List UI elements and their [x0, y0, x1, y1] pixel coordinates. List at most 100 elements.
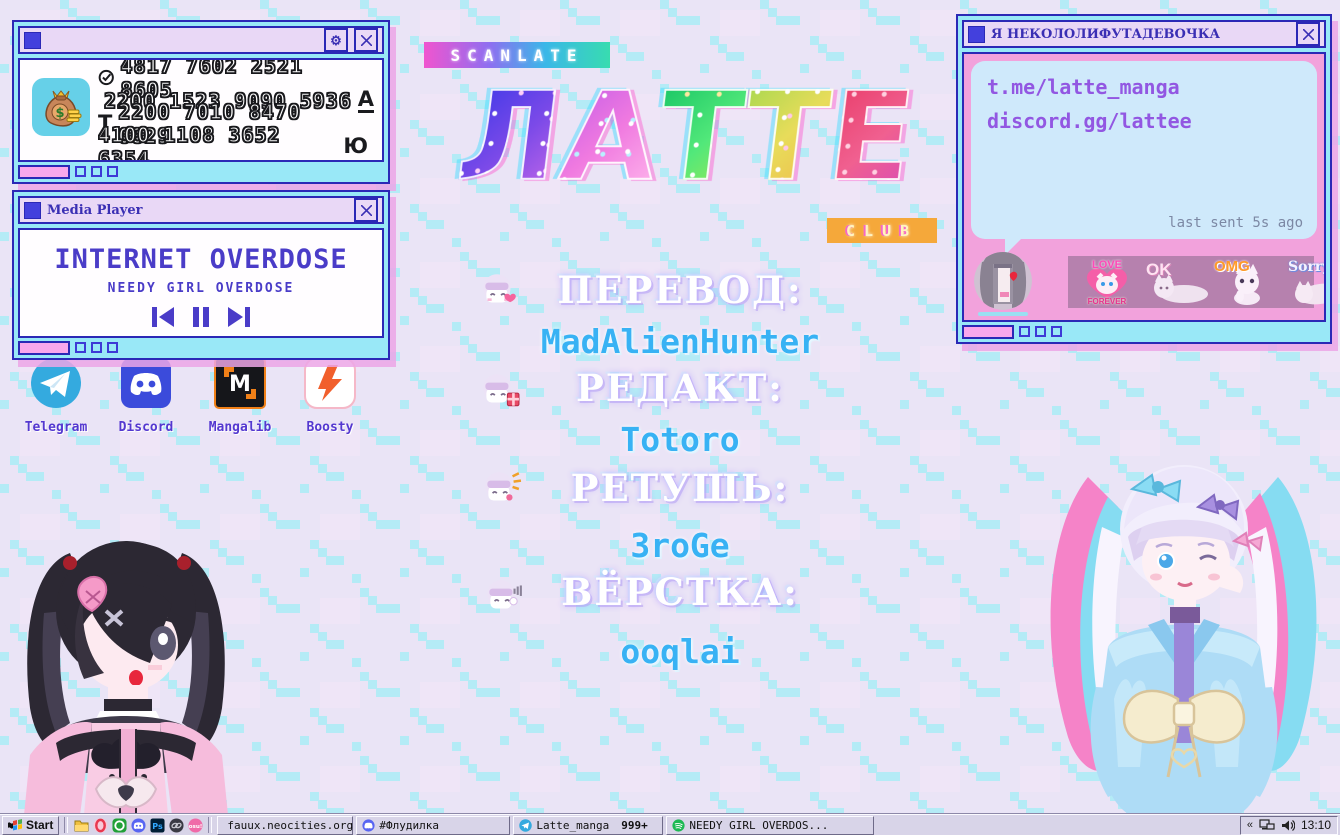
chat-window-title: Я НЕКОЛОЛИФУТАДЕВОЧКА	[991, 27, 1290, 42]
emote-girl-sparks-icon	[480, 468, 522, 510]
close-icon	[361, 205, 372, 216]
credit-name: ooqlai	[430, 632, 930, 671]
window-icon	[24, 32, 41, 49]
task-discord-channel[interactable]: #Флудилка	[356, 816, 510, 835]
desktop: ⚙ $	[0, 0, 1340, 835]
shortcut-discord[interactable]: Discord	[104, 356, 188, 435]
task-fauux[interactable]: fauux.neocities.org	[217, 816, 353, 835]
chat-window-titlebar[interactable]: Я НЕКОЛОЛИФУТАДЕВОЧКА	[962, 20, 1326, 48]
task-telegram-latte[interactable]: Latte_manga 999+	[513, 816, 663, 835]
network-icon[interactable]	[1259, 819, 1275, 832]
svg-text:osu!: osu!	[188, 823, 202, 829]
taskbar-clock[interactable]: 13:10	[1301, 818, 1331, 832]
close-icon	[1303, 29, 1314, 40]
green-app-icon[interactable]	[111, 817, 127, 833]
logo-letter: T	[650, 76, 750, 198]
chat-bubble: t.me/latte_manga discord.gg/lattee last …	[971, 61, 1317, 239]
progress-box	[18, 165, 70, 179]
sticker-strip: LOVE FOREVER OK	[1068, 256, 1314, 308]
emote-girl-heart-icon	[478, 270, 520, 312]
folder-icon[interactable]	[73, 817, 89, 833]
window-icon	[24, 202, 41, 219]
scanlate-banner: SCANLATE	[424, 42, 610, 68]
previous-track-button[interactable]	[150, 306, 176, 328]
card-row: 4817 7602 2521 8605	[98, 66, 336, 89]
ame-chan-character	[0, 493, 252, 815]
media-player-titlebar[interactable]: Media Player	[18, 196, 384, 224]
telegram-icon	[29, 356, 83, 410]
shortcut-mangalib[interactable]: M Mangalib	[198, 356, 282, 435]
discord-icon	[119, 356, 173, 410]
logo-letter: Л	[451, 76, 569, 198]
shortcut-label: Telegram	[14, 420, 98, 435]
settings-button[interactable]: ⚙	[324, 28, 348, 52]
telegram-link[interactable]: t.me/latte_manga	[987, 75, 1301, 99]
tray-expand-icon[interactable]: «	[1247, 819, 1253, 831]
yoomoney-icon: Ю	[343, 136, 368, 157]
alfabank-icon: A	[358, 89, 374, 113]
start-button[interactable]: Start	[2, 816, 59, 835]
shortcut-telegram[interactable]: Telegram	[14, 356, 98, 435]
svg-text:$: $	[55, 106, 64, 121]
photoshop-icon[interactable]: Ps	[149, 817, 165, 833]
sticker-omg[interactable]: OMG	[1212, 258, 1282, 306]
card-window: ⚙ $	[12, 20, 390, 184]
card-number-list: 4817 7602 2521 8605 2200 1523 9090 5936 …	[98, 60, 382, 162]
window-statusbar	[962, 325, 1326, 338]
svg-text:Ps: Ps	[152, 821, 163, 830]
window-statusbar	[18, 165, 384, 178]
media-player-window: Media Player INTERNET OVERDOSE NEEDY GIR…	[12, 190, 390, 360]
task-spotify-needy[interactable]: NEEDY GIRL OVERDOS...	[666, 816, 874, 835]
discord-icon	[362, 819, 375, 832]
boosty-icon	[303, 356, 357, 410]
chat-avatar[interactable]	[974, 252, 1032, 310]
sticker-love-forever[interactable]: LOVE FOREVER	[1072, 258, 1142, 306]
card-number: 4100 1108 3652 6354	[98, 123, 337, 163]
card-row: 4100 1108 3652 6354 Ю	[98, 135, 368, 158]
chat-window: Я НЕКОЛОЛИФУТАДЕВОЧКА t.me/latte_manga d…	[956, 14, 1332, 344]
next-track-button[interactable]	[226, 306, 252, 328]
taskbar: Start Ps osu! fauux.neocities.org	[0, 814, 1340, 835]
card-window-titlebar[interactable]: ⚙	[18, 26, 384, 54]
sticker-ok[interactable]: OK	[1142, 258, 1212, 306]
telegram-icon	[519, 819, 532, 832]
sber-icon	[98, 68, 115, 87]
kangel-character	[1028, 437, 1340, 815]
logo-letter: E	[821, 76, 921, 198]
shortcut-label: Mangalib	[198, 420, 282, 435]
mangalib-icon: M	[213, 356, 267, 410]
volume-icon[interactable]	[1281, 819, 1295, 832]
progress-box	[962, 325, 1014, 339]
unread-badge: 999+	[621, 819, 648, 832]
chain-icon[interactable]	[168, 817, 184, 833]
shortcut-boosty[interactable]: Boosty	[288, 356, 372, 435]
windows-logo-icon	[8, 819, 23, 832]
moneybag-icon: $	[32, 78, 90, 136]
pause-button[interactable]	[192, 306, 210, 328]
avatar-underline	[978, 312, 1028, 316]
sticker-sorry[interactable]: Sorry	[1282, 258, 1326, 306]
club-banner: CLUB	[827, 218, 937, 243]
shortcut-label: Boosty	[288, 420, 372, 435]
close-button[interactable]	[354, 28, 378, 52]
credit-name: 3roGe	[430, 526, 930, 565]
osu-icon[interactable]: osu!	[187, 817, 203, 833]
close-icon	[361, 35, 372, 46]
opera-icon[interactable]	[92, 817, 108, 833]
system-tray: « 13:10	[1240, 816, 1338, 835]
latte-logo: Л A T T E	[426, 58, 945, 216]
svg-text:M: M	[229, 372, 251, 397]
player-controls	[20, 306, 382, 328]
progress-box	[18, 341, 70, 355]
taskbar-divider	[64, 817, 68, 833]
discord-link[interactable]: discord.gg/lattee	[987, 109, 1301, 133]
close-button[interactable]	[354, 198, 378, 222]
close-button[interactable]	[1296, 22, 1320, 46]
taskbar-divider	[208, 817, 212, 833]
spotify-icon	[672, 819, 685, 832]
credit-name: Totoro	[430, 420, 930, 459]
logo-letter: A	[554, 76, 665, 198]
discord-quick-icon[interactable]	[130, 817, 146, 833]
logo-letter: T	[736, 76, 836, 198]
window-icon	[968, 26, 985, 43]
